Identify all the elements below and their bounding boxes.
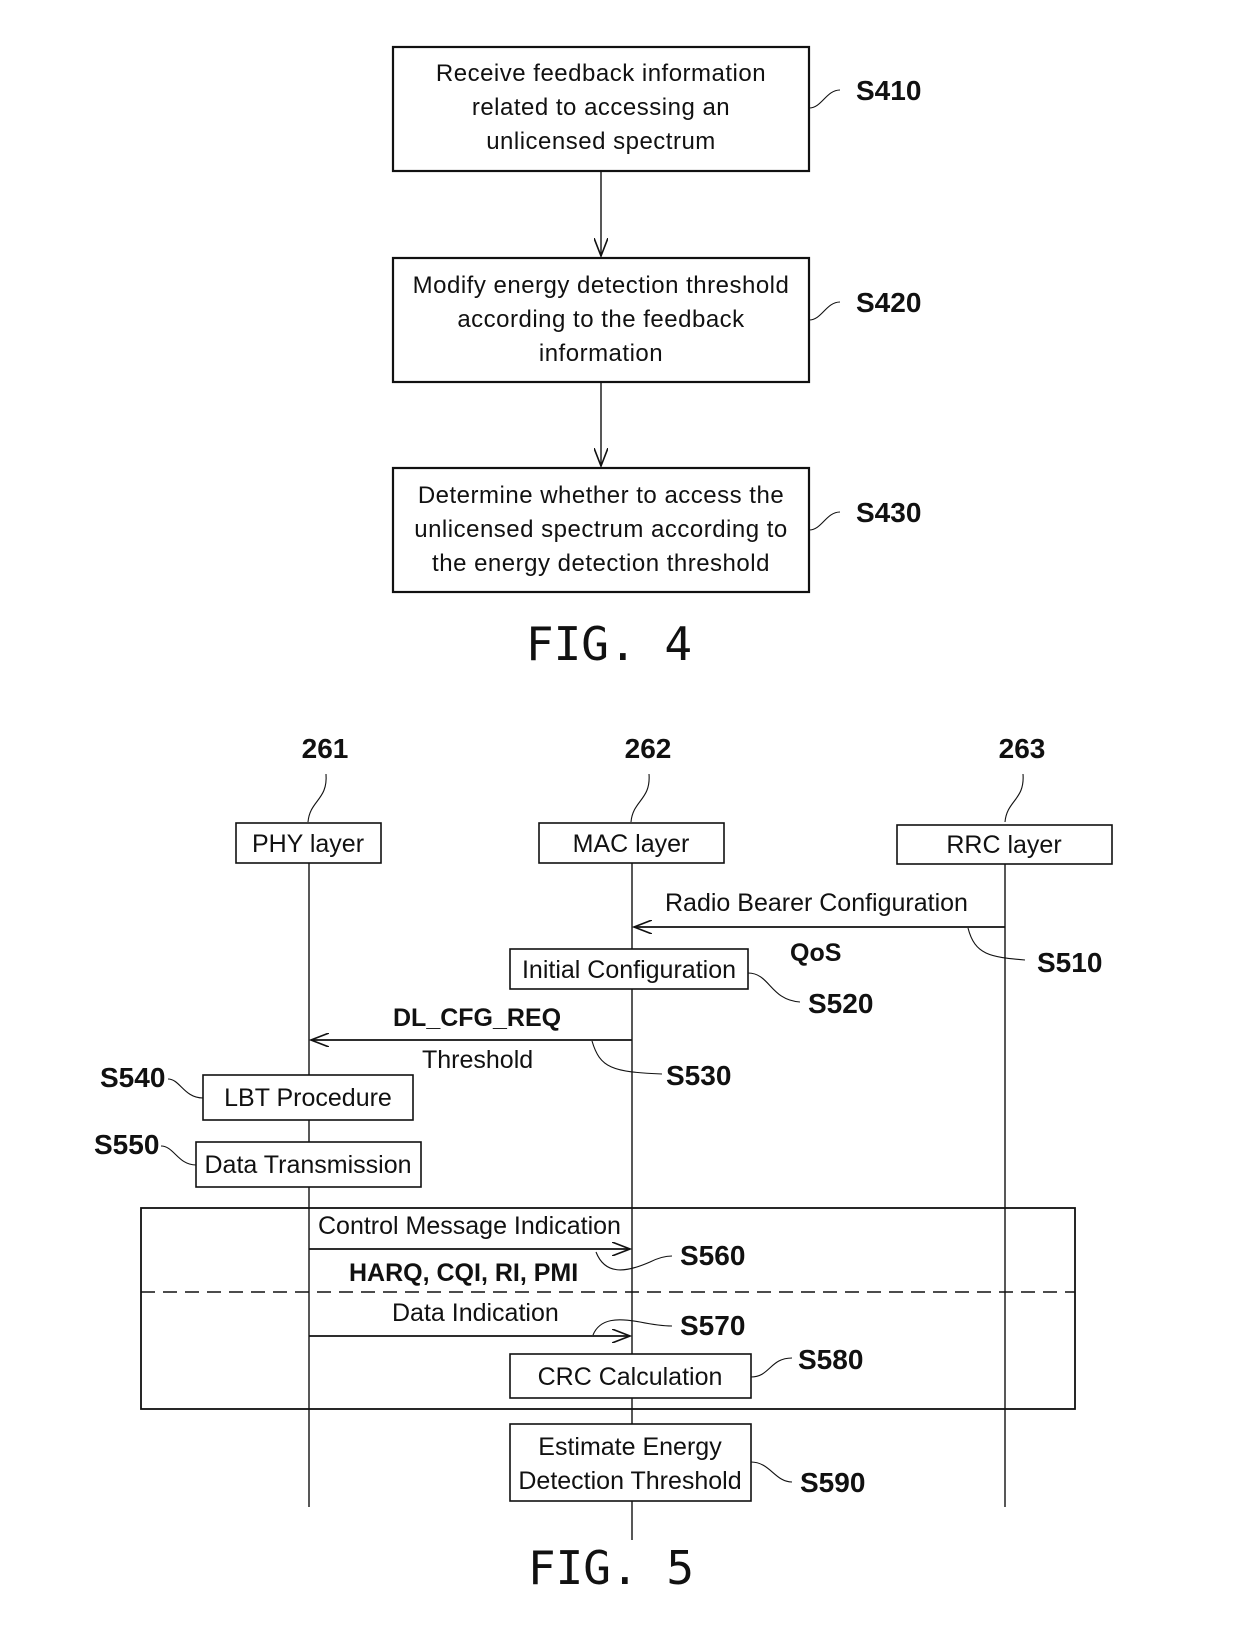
step-s410-line-2: related to accessing an [472,94,730,121]
ref-s590: S590 [800,1467,865,1498]
ref-s530: S530 [666,1060,731,1091]
action-s520-label: Initial Configuration [522,956,736,984]
leader-s590 [750,1461,793,1483]
step-s420-line-2: according to the feedback [457,306,745,333]
ref-s430: S430 [856,497,921,528]
message-s530-sub: Threshold [422,1046,533,1074]
step-s410-line-1: Receive feedback information [436,60,766,87]
step-s420: Modify energy detection threshold accord… [391,256,921,384]
message-s510-label: Radio Bearer Configuration [665,889,968,917]
message-s560: Control Message Indication HARQ, CQI, RI… [309,1212,745,1287]
message-s560-sub: HARQ, CQI, RI, PMI [349,1259,578,1287]
step-s420-line-1: Modify energy detection threshold [413,272,790,299]
leader-263 [1004,773,1024,823]
lane-mac-label: MAC layer [573,830,690,858]
fig5-caption: FIG. 5 [528,1541,694,1595]
lane-ref-261: 261 [302,733,349,764]
lane-rrc-label: RRC layer [946,831,1061,859]
leader-s540 [167,1078,204,1099]
ref-s580: S580 [798,1344,863,1375]
action-s550-label: Data Transmission [204,1151,411,1179]
action-s580-label: CRC Calculation [538,1363,723,1391]
leader-s410 [808,89,841,109]
leader-262 [630,773,650,823]
action-s550: Data Transmission S550 [94,1129,422,1188]
lane-ref-263: 263 [999,733,1046,764]
lane-phy-label: PHY layer [252,830,364,858]
leader-261 [307,773,327,823]
message-s570: Data Indication S570 [309,1299,745,1341]
ref-s570: S570 [680,1310,745,1341]
step-s430-line-2: unlicensed spectrum according to [414,516,788,543]
action-s580: CRC Calculation S580 [509,1344,863,1399]
ref-s520: S520 [808,988,873,1019]
ref-s410: S410 [856,75,921,106]
lane-phy: PHY layer [235,822,382,864]
lane-rrc: RRC layer [896,824,1113,865]
ref-s510: S510 [1037,947,1102,978]
step-s430: Determine whether to access the unlicens… [391,466,921,594]
step-s410: Receive feedback information related to … [391,45,921,173]
lane-ref-262: 262 [625,733,672,764]
ref-s550: S550 [94,1129,159,1160]
leader-s520 [747,972,801,1003]
action-s590: Estimate Energy Detection Threshold S590 [509,1423,865,1502]
leader-s550 [160,1145,197,1166]
leader-s420 [808,301,841,321]
action-s590-line-2: Detection Threshold [518,1467,741,1495]
fig5-sequence-diagram: 261 262 263 PHY layer MAC layer RRC laye… [94,733,1113,1595]
message-s510-sub: QoS [790,939,841,967]
message-s560-label: Control Message Indication [318,1212,621,1240]
fig4-caption: FIG. 4 [526,617,692,671]
patent-figures: Receive feedback information related to … [94,45,1113,1595]
leader-s580 [750,1357,793,1378]
step-s410-line-3: unlicensed spectrum [486,128,716,155]
fig4-flowchart: Receive feedback information related to … [391,45,921,671]
ref-s540: S540 [100,1062,165,1093]
action-s540-label: LBT Procedure [224,1084,392,1112]
lane-mac: MAC layer [538,822,725,864]
step-s430-line-1: Determine whether to access the [418,482,784,509]
leader-s530 [591,1040,663,1075]
leader-s430 [808,511,841,531]
action-s590-line-1: Estimate Energy [538,1433,722,1461]
message-s530-label: DL_CFG_REQ [393,1004,561,1032]
leader-s510 [967,927,1026,961]
step-s420-line-3: information [539,340,663,367]
action-s540: LBT Procedure S540 [100,1062,414,1121]
ref-s420: S420 [856,287,921,318]
ref-s560: S560 [680,1240,745,1271]
leader-s560 [595,1251,673,1271]
message-s570-label: Data Indication [392,1299,559,1327]
step-s430-line-3: the energy detection threshold [432,550,770,577]
